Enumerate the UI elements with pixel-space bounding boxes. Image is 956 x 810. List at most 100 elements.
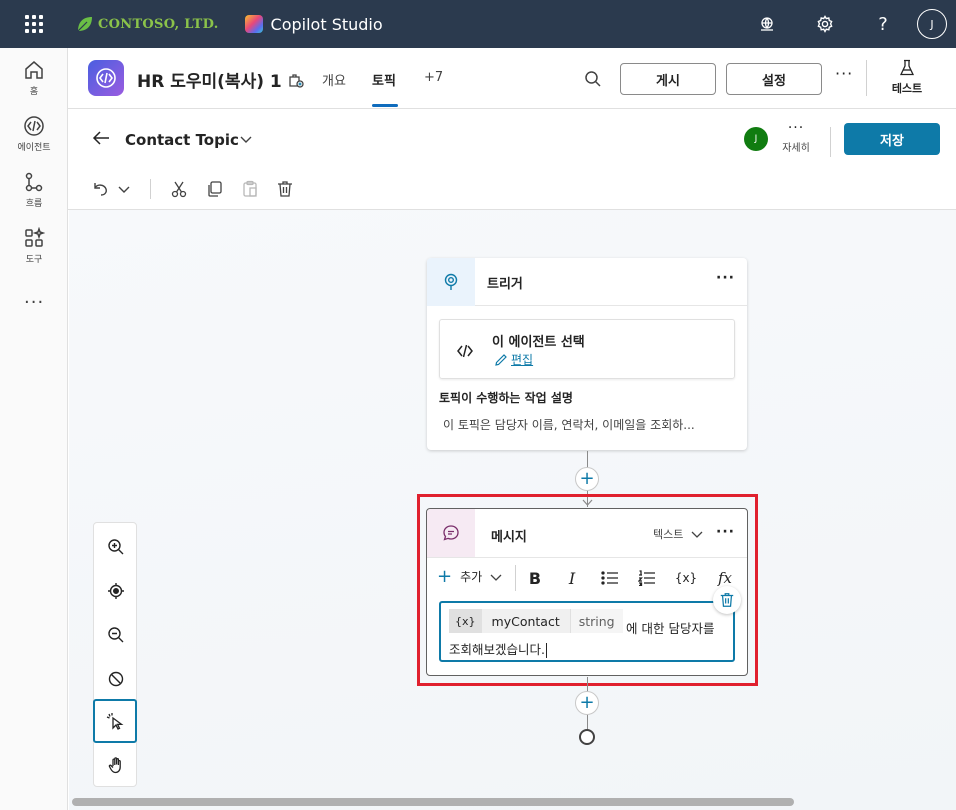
insert-variable-button[interactable]: {x}	[675, 568, 697, 588]
message-node[interactable]: 메시지 텍스트 ··· + 추가 B I {x} fx {x} myContac…	[426, 508, 748, 676]
message-type-label: 텍스트	[653, 528, 684, 541]
delete-icon[interactable]	[275, 179, 295, 199]
home-icon	[25, 61, 43, 79]
italic-button[interactable]: I	[564, 568, 580, 588]
divider	[866, 60, 867, 96]
save-button[interactable]: 저장	[844, 123, 940, 155]
agent-avatar-icon	[88, 60, 124, 96]
topic-name[interactable]: Contact Topic	[125, 131, 239, 149]
left-rail: 홈 에이전트 흐름 도구 ···	[0, 48, 68, 810]
agent-edit-icon[interactable]	[287, 71, 305, 89]
divider	[830, 127, 831, 157]
add-node-button[interactable]: +	[575, 691, 599, 715]
bold-button[interactable]: B	[527, 568, 543, 588]
select-mode-icon[interactable]	[93, 699, 137, 743]
rail-item-agent[interactable]: 에이전트	[0, 115, 68, 153]
header-more-icon[interactable]: ···	[835, 64, 853, 83]
pencil-icon	[495, 353, 507, 366]
variable-type: string	[569, 609, 623, 633]
message-format-toolbar: + 추가 B I {x} fx	[427, 559, 747, 595]
settings-gear-icon[interactable]	[813, 12, 837, 36]
topic-bar: Contact Topic J ··· 자세히 저장	[68, 109, 956, 169]
rail-item-tools[interactable]: 도구	[0, 227, 68, 265]
pan-hand-icon[interactable]	[94, 743, 138, 787]
paste-icon	[240, 179, 260, 199]
divider	[515, 565, 516, 591]
variable-chip[interactable]: {x} myContact string	[449, 609, 623, 633]
variable-icon: {x}	[449, 609, 482, 633]
chevron-down-icon[interactable]	[240, 134, 252, 144]
trigger-icon	[427, 258, 475, 306]
chevron-down-icon	[691, 531, 703, 538]
flow-icon	[25, 172, 43, 192]
environment-icon[interactable]	[755, 12, 779, 36]
tab-more[interactable]: +7	[424, 70, 443, 85]
rail-item-home[interactable]: 홈	[0, 59, 68, 97]
numbered-list-icon[interactable]	[637, 568, 657, 588]
add-node-button[interactable]: +	[575, 467, 599, 491]
user-avatar[interactable]: J	[917, 9, 947, 39]
description-text[interactable]: 이 토픽은 담당자 이름, 연락처, 이메일을 조회하...	[443, 416, 743, 433]
rail-item-flow[interactable]: 흐름	[0, 171, 68, 209]
collaborator-avatar: J	[744, 127, 768, 151]
rail-label: 에이전트	[17, 143, 51, 153]
active-tab-indicator	[372, 104, 398, 107]
details-button[interactable]: ··· 자세히	[780, 121, 812, 154]
text-cursor	[545, 643, 547, 658]
agent-icon	[24, 116, 44, 136]
add-button[interactable]: + 추가	[437, 567, 502, 585]
trigger-more-icon[interactable]: ···	[716, 270, 735, 286]
horizontal-scrollbar[interactable]	[72, 798, 794, 806]
variable-name: myContact	[481, 609, 570, 633]
add-label: 추가	[460, 570, 483, 584]
trigger-title: 트리거	[487, 277, 523, 292]
message-node-header: 메시지 텍스트 ···	[427, 509, 747, 558]
zoom-controls	[93, 522, 137, 787]
brand-name: CONTOSO, LTD.	[98, 16, 219, 32]
details-label: 자세히	[782, 143, 810, 154]
search-icon[interactable]	[584, 70, 602, 88]
undo-icon[interactable]	[90, 179, 110, 199]
rail-label: 도구	[25, 255, 43, 265]
copy-icon[interactable]	[205, 179, 225, 199]
delete-message-icon[interactable]	[713, 586, 741, 614]
recenter-icon[interactable]	[94, 569, 138, 613]
message-text-line1: 에 대한 담당자를	[626, 621, 715, 636]
cut-icon[interactable]	[169, 179, 189, 199]
rail-label: 홈	[29, 87, 39, 97]
test-label: 테스트	[891, 82, 923, 95]
publish-button[interactable]: 게시	[620, 63, 716, 95]
help-icon[interactable]: ?	[871, 12, 895, 36]
tab-overview[interactable]: 개요	[322, 70, 346, 89]
trigger-node-header: 트리거 ···	[427, 258, 747, 306]
canvas-toolbar	[68, 169, 956, 210]
formula-button[interactable]: fx	[715, 568, 735, 588]
app-launcher-icon[interactable]	[23, 13, 45, 35]
chevron-down-icon	[490, 574, 502, 581]
test-button[interactable]: 테스트	[884, 59, 930, 96]
agent-select-title: 이 에이전트 선택	[492, 335, 585, 350]
agent-select-card[interactable]: 이 에이전트 선택 편집	[439, 319, 735, 379]
message-text-line2-wrap: 조회해보겠습니다.	[449, 639, 547, 658]
top-bar: CONTOSO, LTD. Copilot Studio ? J	[0, 0, 956, 48]
trigger-node[interactable]: 트리거 ··· 이 에이전트 선택 편집 토픽이 수행하는 작업 설명 이 토픽…	[427, 258, 747, 450]
zoom-out-icon[interactable]	[94, 613, 138, 657]
product[interactable]: Copilot Studio	[244, 15, 383, 34]
zoom-in-icon[interactable]	[94, 525, 138, 569]
message-more-icon[interactable]: ···	[716, 524, 735, 540]
minimap-toggle-icon[interactable]	[94, 657, 138, 701]
settings-button[interactable]: 설정	[726, 63, 822, 95]
message-title: 메시지	[491, 530, 527, 545]
agent-icon	[457, 344, 473, 358]
message-text-editor[interactable]: {x} myContact string 에 대한 담당자를 조회해보겠습니다.	[439, 601, 735, 662]
undo-dropdown-chevron-icon[interactable]	[114, 179, 134, 199]
tab-topics[interactable]: 토픽	[372, 70, 396, 89]
rail-more-icon[interactable]: ···	[24, 292, 44, 313]
back-arrow-icon[interactable]	[92, 130, 110, 146]
contoso-leaf-icon	[77, 17, 92, 32]
copilot-studio-logo-icon	[244, 15, 263, 33]
edit-link[interactable]: 편집	[494, 351, 533, 368]
message-type-dropdown[interactable]: 텍스트	[653, 526, 703, 542]
bullet-list-icon[interactable]	[600, 568, 620, 588]
description-label: 토픽이 수행하는 작업 설명	[439, 391, 573, 405]
